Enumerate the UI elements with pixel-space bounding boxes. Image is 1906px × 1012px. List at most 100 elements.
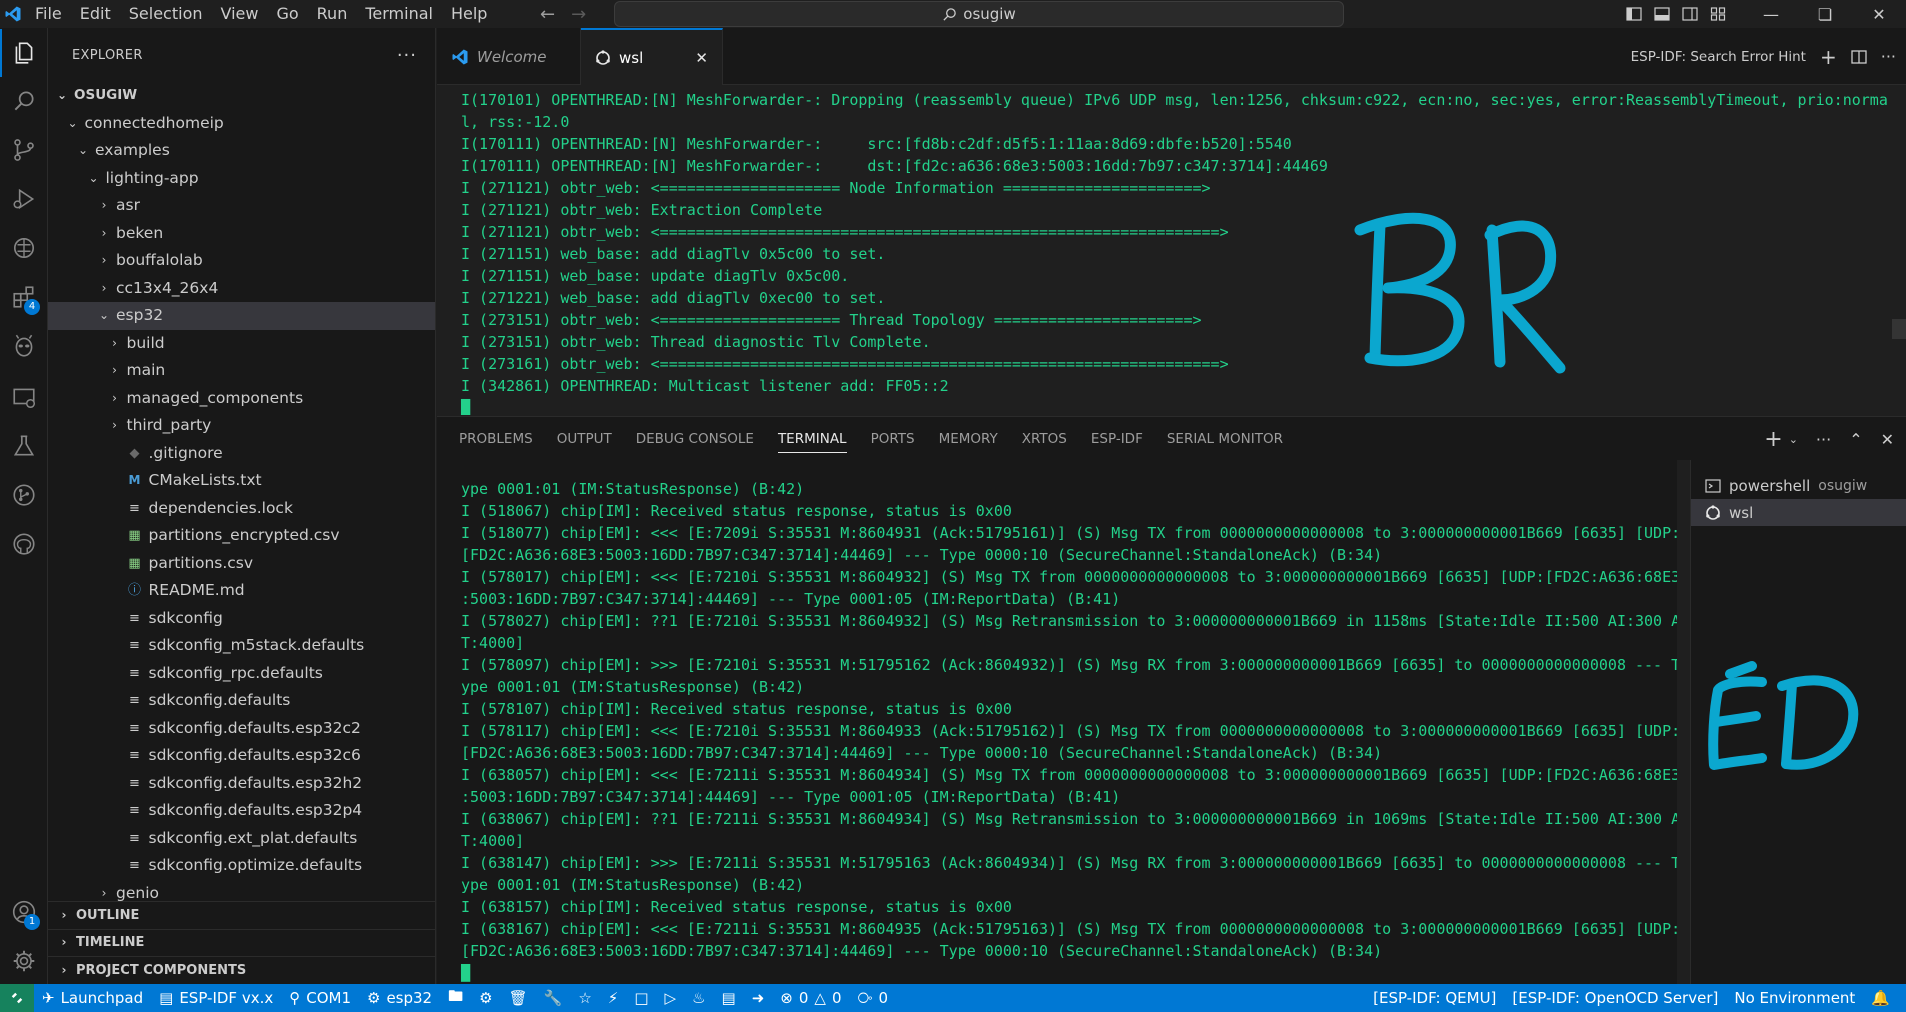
terminal-dropdown-icon[interactable]: ⌄ — [1789, 433, 1798, 446]
panel-tab-serial-monitor[interactable]: SERIAL MONITOR — [1155, 417, 1295, 461]
custom-task-icon[interactable]: ➜ — [744, 984, 773, 1012]
close-window-icon[interactable]: ✕ — [1852, 0, 1906, 28]
environment-button[interactable]: No Environment — [1726, 984, 1863, 1012]
menu-go[interactable]: Go — [267, 0, 307, 28]
panel-tab-problems[interactable]: PROBLEMS — [447, 417, 545, 461]
toggle-panel-icon[interactable] — [1648, 0, 1676, 28]
panel-more-icon[interactable]: ··· — [1816, 430, 1831, 449]
editor-more-icon[interactable]: ··· — [1881, 47, 1896, 66]
accounts-icon[interactable]: 1 — [0, 888, 48, 936]
manage-gear-icon[interactable] — [0, 937, 48, 985]
file-sdkconfig-defaults-esp32h2[interactable]: ≡ sdkconfig.defaults.esp32h2 — [48, 770, 435, 798]
problems-status[interactable]: ⊗ 0 △ 0 — [772, 984, 849, 1012]
panel-tab-terminal[interactable]: TERMINAL — [766, 417, 859, 461]
run-debug-icon[interactable] — [0, 175, 48, 223]
source-control-icon[interactable] — [0, 126, 48, 174]
file-sdkconfig-defaults[interactable]: ≡ sdkconfig.defaults — [48, 687, 435, 715]
launchpad-button[interactable]: ✈ Launchpad — [34, 984, 151, 1012]
file-sdkconfig-m5stack-defaults[interactable]: ≡ sdkconfig_m5stack.defaults — [48, 632, 435, 660]
panel-tab-ports[interactable]: PORTS — [859, 417, 927, 461]
folder-managed-components[interactable]: › managed_components — [48, 385, 435, 413]
panel-tab-memory[interactable]: MEMORY — [927, 417, 1010, 461]
folder-lighting-app[interactable]: ⌄ lighting-app — [48, 165, 435, 193]
panel-tab-output[interactable]: OUTPUT — [545, 417, 624, 461]
file-partitions-encrypted-csv[interactable]: ▦ partitions_encrypted.csv — [48, 522, 435, 550]
workspace-root[interactable]: ⌄ OSUGIW — [48, 82, 435, 110]
panel-tab-xrtos[interactable]: XRTOS — [1010, 417, 1079, 461]
file-sdkconfig-defaults-esp32c2[interactable]: ≡ sdkconfig.defaults.esp32c2 — [48, 715, 435, 743]
flame-icon[interactable]: ♨ — [684, 984, 713, 1012]
restore-icon[interactable]: ❏ — [1798, 0, 1852, 28]
menu-file[interactable]: File — [26, 0, 71, 28]
tab-welcome[interactable]: Welcome — [437, 28, 581, 85]
git-graph-icon[interactable] — [0, 471, 48, 519]
target-button[interactable]: ⚙ esp32 — [359, 984, 440, 1012]
file-dependencies-lock[interactable]: ≡ dependencies.lock — [48, 495, 435, 523]
split-editor-icon[interactable] — [1851, 49, 1867, 65]
file-partitions-csv[interactable]: ▦ partitions.csv — [48, 550, 435, 578]
toggle-primary-sidebar-icon[interactable] — [1620, 0, 1648, 28]
search-error-hint-button[interactable]: ESP-IDF: Search Error Hint — [1631, 49, 1806, 65]
tab-wsl[interactable]: wsl ✕ — [581, 28, 723, 85]
folder-esp32[interactable]: ⌄ esp32 — [48, 302, 435, 330]
panel-tab-debug-console[interactable]: DEBUG CONSOLE — [624, 417, 766, 461]
folder-build[interactable]: › build — [48, 330, 435, 358]
more-actions-icon[interactable]: ··· — [397, 45, 417, 66]
explorer-icon[interactable] — [0, 29, 48, 77]
terminal-entry-powershell[interactable]: powershell osugiw — [1691, 472, 1906, 499]
folder-cc13x4-26x4[interactable]: › cc13x4_26x4 — [48, 275, 435, 303]
ports-status[interactable]: ⧂ 0 — [849, 984, 896, 1012]
toggle-secondary-sidebar-icon[interactable] — [1676, 0, 1704, 28]
file-cmakelists-txt[interactable]: M CMakeLists.txt — [48, 467, 435, 495]
search-icon[interactable] — [0, 77, 48, 125]
section-timeline[interactable]: › TIMELINE — [48, 928, 435, 957]
terminal-status-icon[interactable]: ▤ — [714, 984, 744, 1012]
sdk-config-icon[interactable]: 🖿 — [440, 984, 471, 1012]
star-icon[interactable]: ☆ — [570, 984, 599, 1012]
forward-arrow-icon[interactable]: → — [571, 4, 586, 25]
flash-icon[interactable]: ⚡ — [600, 984, 627, 1012]
folder-examples[interactable]: ⌄ examples — [48, 137, 435, 165]
remote-indicator-icon[interactable] — [0, 984, 34, 1012]
debug-icon[interactable]: ▷ — [657, 984, 685, 1012]
folder-asr[interactable]: › asr — [48, 192, 435, 220]
minimize-icon[interactable]: — — [1744, 0, 1798, 28]
file-gitignore[interactable]: ◆ .gitignore — [48, 440, 435, 468]
section-outline[interactable]: › OUTLINE — [48, 901, 435, 929]
folder-bouffalolab[interactable]: › bouffalolab — [48, 247, 435, 275]
terminal-output[interactable]: ype 0001:01 (IM:StatusResponse) (B:42) I … — [437, 460, 1677, 984]
customize-layout-icon[interactable] — [1704, 0, 1732, 28]
editor-scrollbar[interactable] — [1892, 319, 1906, 339]
file-sdkconfig[interactable]: ≡ sdkconfig — [48, 605, 435, 633]
monitor-icon[interactable]: □ — [626, 984, 656, 1012]
qemu-button[interactable]: [ESP-IDF: QEMU] — [1365, 984, 1504, 1012]
folder-beken[interactable]: › beken — [48, 220, 435, 248]
remote-window-icon[interactable] — [0, 373, 48, 421]
openocd-button[interactable]: [ESP-IDF: OpenOCD Server] — [1504, 984, 1726, 1012]
full-clean-icon[interactable]: 🗑 — [501, 984, 536, 1012]
back-arrow-icon[interactable]: ← — [540, 4, 555, 25]
close-tab-icon[interactable]: ✕ — [695, 49, 708, 67]
alien-extension-icon[interactable] — [0, 322, 48, 370]
file-sdkconfig-ext-plat-defaults[interactable]: ≡ sdkconfig.ext_plat.defaults — [48, 825, 435, 853]
build-icon[interactable]: 🔧 — [536, 984, 571, 1012]
menu-selection[interactable]: Selection — [120, 0, 212, 28]
file-sdkconfig-optimize-defaults[interactable]: ≡ sdkconfig.optimize.defaults — [48, 852, 435, 880]
port-button[interactable]: ⚲ COM1 — [281, 984, 359, 1012]
section-project-components[interactable]: › PROJECT COMPONENTS — [48, 956, 435, 984]
panel-tab-esp-idf[interactable]: ESP-IDF — [1079, 417, 1155, 461]
folder-third-party[interactable]: › third_party — [48, 412, 435, 440]
close-panel-icon[interactable]: ✕ — [1881, 430, 1894, 449]
file-sdkconfig-rpc-defaults[interactable]: ≡ sdkconfig_rpc.defaults — [48, 660, 435, 688]
terminal-entry-wsl[interactable]: wsl — [1691, 499, 1906, 526]
file-readme-md[interactable]: ⓘ README.md — [48, 577, 435, 605]
menu-terminal[interactable]: Terminal — [356, 0, 442, 28]
github-icon[interactable] — [0, 520, 48, 568]
notifications-bell-icon[interactable]: 🔔 — [1863, 984, 1898, 1012]
editor-terminal[interactable]: I(170101) OPENTHREAD:[N] MeshForwarder-:… — [437, 85, 1906, 415]
new-terminal-icon[interactable]: + — [1764, 427, 1782, 452]
folder-connectedhomeip[interactable]: ⌄ connectedhomeip — [48, 110, 435, 138]
remote-explorer-icon[interactable] — [0, 224, 48, 272]
idf-version-button[interactable]: ▤ ESP-IDF vx.x — [151, 984, 281, 1012]
menu-help[interactable]: Help — [442, 0, 496, 28]
